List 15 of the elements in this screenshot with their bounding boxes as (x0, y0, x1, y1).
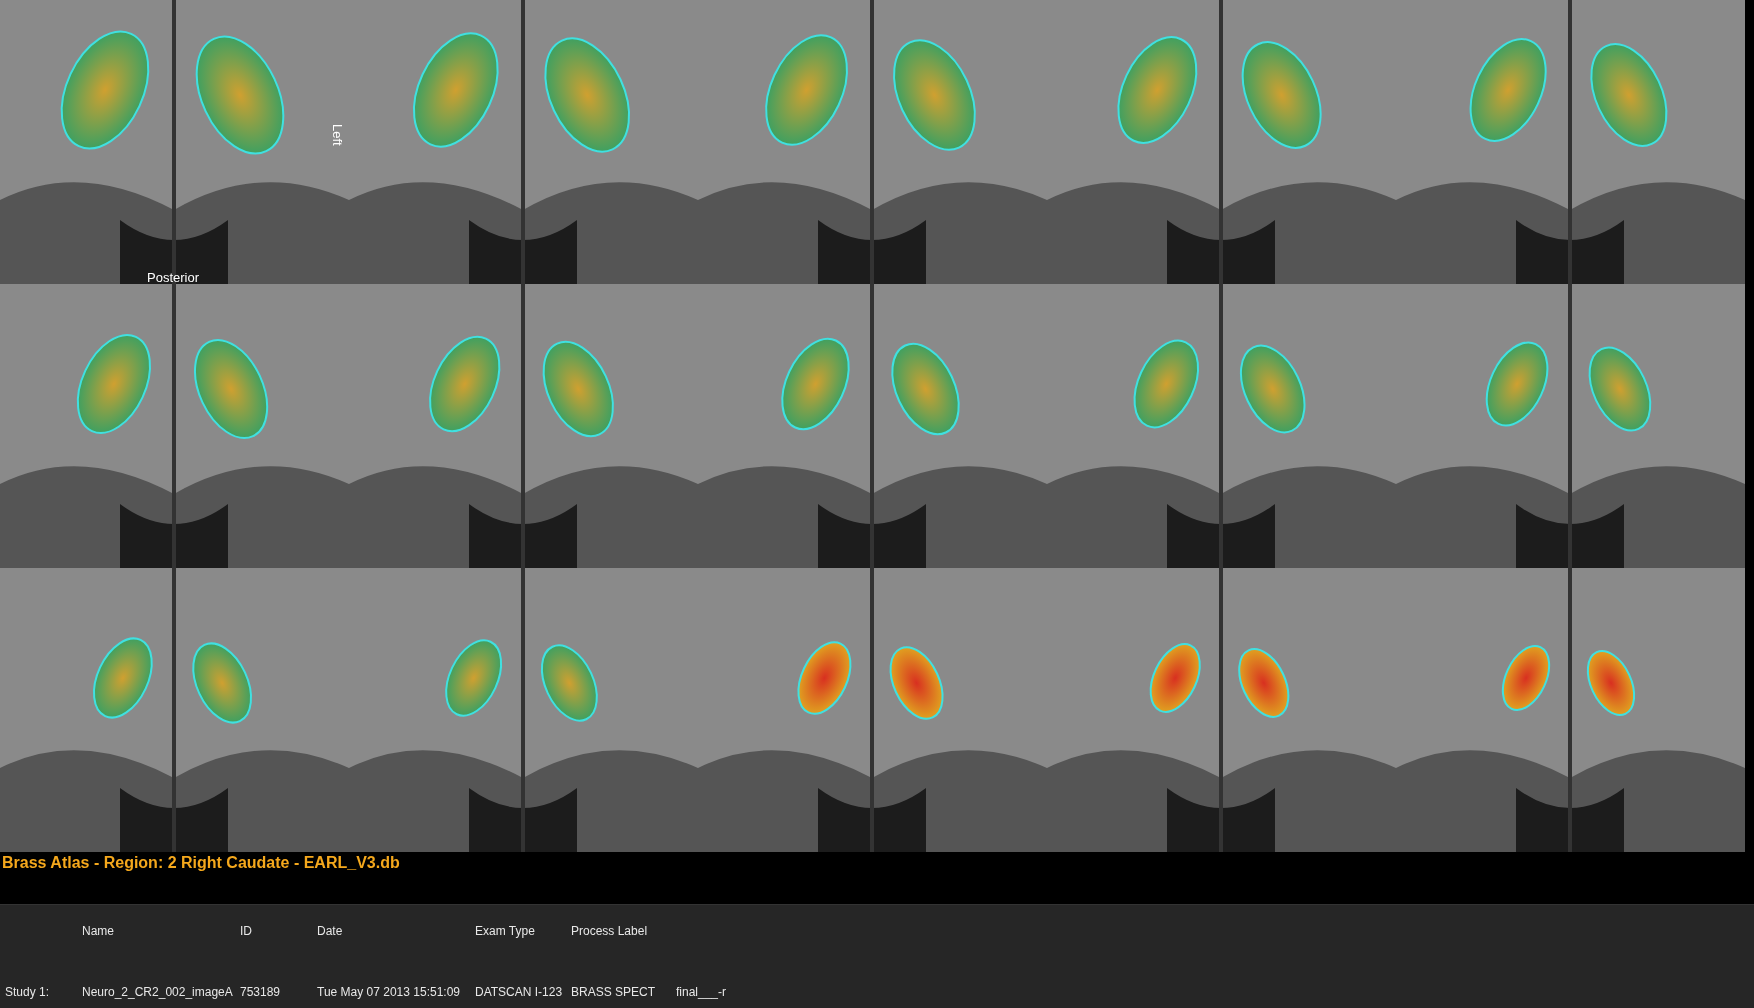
table-cell-text: 753189 (240, 985, 282, 1001)
table-cell-text: BRASS SPECT (571, 985, 657, 1001)
column-header: Date (317, 923, 344, 938)
table-cell-text: Neuro_2_CR2_002_imageA (82, 985, 234, 1001)
column-header: ID (240, 923, 253, 938)
table-cell-text: final___-r (676, 985, 728, 1001)
column-header: Process Label (571, 923, 649, 938)
column-header: Exam Type (475, 923, 536, 938)
table-cell-text: DATSCAN I-123 (475, 985, 564, 1001)
orientation-label: Posterior (147, 270, 200, 285)
region-title: Brass Atlas - Region: 2 Right Caudate - EARL_V3.db (2, 854, 400, 872)
column-header: Name (82, 923, 115, 938)
table-cell-text: Study 1: (5, 985, 51, 1001)
table-cell-text: Tue May 07 2013 15:51:09 (317, 985, 461, 1001)
orientation-label: Left (330, 124, 345, 146)
